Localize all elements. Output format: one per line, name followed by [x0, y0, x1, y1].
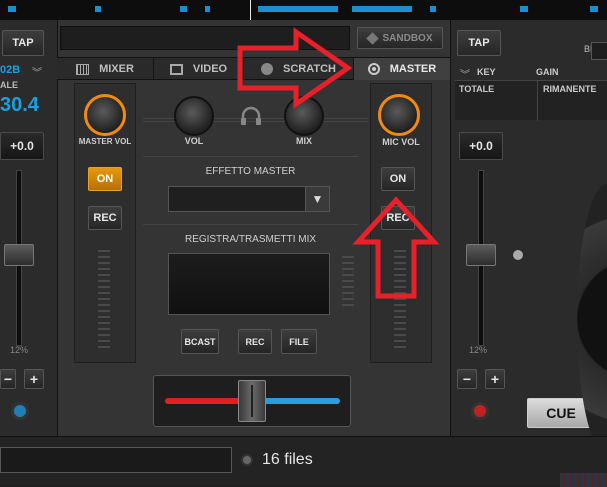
film-icon: [169, 63, 183, 75]
waveform-marker: [180, 6, 187, 12]
right-arrow-annotation: [237, 27, 353, 109]
browser-bar: 16 files: [0, 436, 607, 487]
pitch-minus-button[interactable]: −: [0, 369, 16, 389]
bpm-value: 30.4: [0, 94, 39, 116]
registra-label: REGISTRA/TRASMETTI MIX: [184, 234, 317, 245]
vol-label: VOL: [184, 136, 204, 146]
waveform-marker: [352, 6, 412, 12]
pitch-minus-button[interactable]: −: [457, 369, 477, 389]
waveform-marker: [590, 6, 598, 12]
up-arrow-annotation: [352, 196, 440, 299]
headphones-icon: [240, 106, 262, 126]
pitch-fader-handle[interactable]: [466, 244, 496, 266]
master-on-button[interactable]: ON: [88, 167, 122, 191]
mix-label: MIX: [295, 136, 312, 146]
pitch-range: 12%: [10, 345, 29, 355]
waveform-marker: [95, 6, 101, 12]
master-rec-button[interactable]: REC: [88, 206, 122, 230]
crossfader-left-bar: [165, 398, 247, 404]
waveform-marker: [520, 6, 528, 12]
pitch-value: +0.0: [459, 132, 503, 160]
pitch-reset-dot[interactable]: [513, 250, 523, 260]
crossfader-right-bar: [258, 398, 340, 404]
divider: [537, 81, 538, 121]
gain-label: GAIN: [536, 67, 559, 77]
bcast-button[interactable]: BCAST: [181, 329, 219, 354]
pitch-range: 12%: [469, 345, 488, 355]
chevron-down-icon[interactable]: ︾: [32, 64, 42, 79]
waveform-marker: [258, 6, 338, 12]
chevron-down-icon[interactable]: ︾: [460, 66, 470, 81]
master-vol-knob[interactable]: [84, 94, 126, 136]
mic-vol-label: MIC VOL: [382, 137, 420, 147]
tab-video[interactable]: VIDEO: [154, 58, 244, 80]
thumbnail-strip: [560, 473, 607, 487]
tap-button[interactable]: TAP: [2, 30, 44, 56]
time-info-panel: TOTALE RIMANENTE: [455, 80, 607, 121]
master-vol-label: MASTER VOL: [78, 137, 132, 146]
crossfader-handle[interactable]: [238, 380, 266, 422]
divider: [143, 224, 358, 225]
record-display: [168, 253, 330, 315]
file-button[interactable]: FILE: [281, 329, 317, 354]
tab-master[interactable]: MASTER: [354, 58, 451, 80]
mixer-icon: [76, 63, 90, 75]
pitch-plus-button[interactable]: +: [485, 369, 505, 389]
mic-vol-knob[interactable]: [378, 94, 420, 136]
pitch-value: +0.0: [0, 132, 44, 160]
effetto-master-label: EFFETTO MASTER: [205, 166, 296, 177]
scale-label: ALE: [0, 80, 18, 90]
bpm-display: [591, 42, 607, 60]
mic-on-button[interactable]: ON: [381, 167, 415, 191]
file-indicator-icon: [241, 454, 253, 466]
search-input[interactable]: [0, 447, 232, 473]
dropdown-arrow-icon: ▼: [305, 187, 329, 211]
waveform-marker: [430, 6, 436, 12]
waveform-marker: [205, 6, 210, 12]
right-deck: TAP BPM ︾ KEY GAIN TOTALE RIMANENTE +0.0…: [451, 20, 607, 454]
waveform-overview[interactable]: [0, 0, 607, 20]
left-deck: TAP 02B ︾ ALE 30.4 +0.0 12% − +: [0, 20, 57, 436]
tab-mixer[interactable]: MIXER: [57, 58, 154, 80]
sandbox-button[interactable]: SANDBOX: [357, 27, 443, 49]
rimanente-label: RIMANENTE: [543, 84, 597, 94]
target-icon: [367, 63, 380, 75]
master-level-meter: [98, 250, 112, 360]
waveform-marker: [8, 6, 16, 12]
pitch-fader-handle[interactable]: [4, 244, 34, 266]
files-count: 16 files: [262, 451, 313, 468]
vol-knob[interactable]: [174, 96, 214, 136]
sync-indicator-icon[interactable]: [11, 402, 29, 420]
totale-label: TOTALE: [459, 84, 495, 94]
cube-icon: [366, 31, 380, 45]
divider: [143, 156, 358, 157]
playhead-line: [250, 0, 251, 20]
sync-indicator-icon[interactable]: [471, 402, 489, 420]
effect-select[interactable]: ▼: [168, 186, 330, 212]
record-mix-button[interactable]: REC: [238, 329, 272, 354]
key-label: KEY: [477, 67, 496, 77]
pitch-plus-button[interactable]: +: [24, 369, 44, 389]
key-value: 02B: [0, 64, 21, 76]
tap-button[interactable]: TAP: [457, 30, 501, 56]
